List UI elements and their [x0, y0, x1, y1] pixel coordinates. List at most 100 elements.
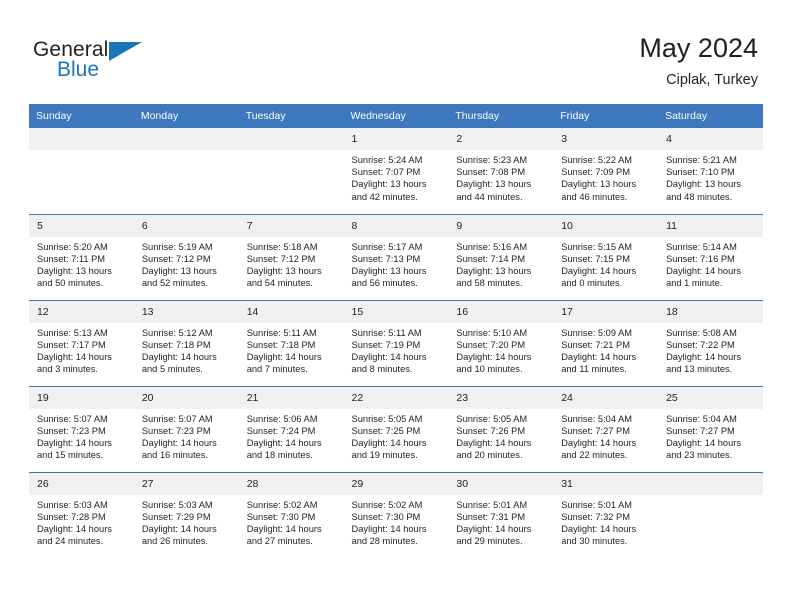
day-number: 12 [29, 300, 134, 323]
daylight-text-line1: Daylight: 13 hours [456, 265, 532, 276]
calendar-day-cell[interactable]: 7 Sunrise: 5:18 AM Sunset: 7:12 PM Daylight… [238, 213, 344, 300]
sunrise-text: Sunrise: 5:20 AM [37, 241, 108, 252]
calendar-day-cell[interactable]: 18 Sunrise: 5:08 AM Sunset: 7:22 PM Dayligh… [658, 299, 763, 386]
sunset-text: Sunset: 7:28 PM [37, 511, 106, 522]
day-details: Sunrise: 5:18 AM Sunset: 7:12 PM Daylight:… [239, 237, 344, 290]
sunset-text: Sunset: 7:12 PM [246, 253, 316, 264]
day-details: Sunrise: 5:02 AM Sunset: 7:30 PM Daylight:… [239, 495, 344, 548]
day-number: 19 [29, 386, 134, 409]
sunrise-text: Sunrise: 5:04 AM [666, 413, 737, 424]
daylight-text-line2: and 20 minutes. [456, 450, 523, 461]
day-details: Sunrise: 5:21 AM Sunset: 7:10 PM Daylight:… [658, 150, 763, 203]
day-number: 26 [29, 472, 134, 495]
day-number: 9 [448, 214, 554, 237]
daylight-text-line2: and 22 minutes. [561, 450, 628, 461]
sunset-text: Sunset: 7:30 PM [246, 511, 316, 522]
daylight-text-line2: and 52 minutes. [141, 278, 208, 289]
calendar-day-cell[interactable]: 17 Sunrise: 5:09 AM Sunset: 7:21 PM Dayligh… [553, 299, 659, 386]
calendar-day-cell[interactable]: 10 Sunrise: 5:15 AM Sunset: 7:15 PM Dayligh… [553, 213, 659, 300]
sunrise-text: Sunrise: 5:03 AM [141, 499, 213, 510]
calendar-body: 1 Sunrise: 5:24 AM Sunset: 7:07 PM Daylight… [29, 128, 763, 558]
calendar-day-cell[interactable]: 1 Sunrise: 5:24 AM Sunset: 7:07 PM Daylight… [343, 128, 449, 214]
calendar-day-cell[interactable]: 23 Sunrise: 5:05 AM Sunset: 7:26 PM Dayligh… [448, 385, 554, 472]
daylight-text-line2: and 8 minutes. [351, 364, 413, 375]
calendar-day-cell[interactable]: 13 Sunrise: 5:12 AM Sunset: 7:18 PM Dayligh… [133, 299, 239, 386]
daylight-text-line2: and 54 minutes. [246, 278, 313, 289]
calendar-day-cell[interactable]: 20 Sunrise: 5:07 AM Sunset: 7:23 PM Dayligh… [133, 385, 239, 472]
daylight-text-line1: Daylight: 14 hours [141, 351, 217, 362]
day-details: Sunrise: 5:24 AM Sunset: 7:07 PM Daylight:… [344, 150, 449, 203]
calendar-day-cell-empty [658, 471, 763, 558]
day-number: 16 [448, 300, 554, 323]
daylight-text-line1: Daylight: 14 hours [666, 351, 741, 362]
day-details: Sunrise: 5:14 AM Sunset: 7:16 PM Daylight:… [658, 237, 763, 290]
calendar-day-cell[interactable]: 11 Sunrise: 5:14 AM Sunset: 7:16 PM Dayligh… [658, 213, 763, 300]
page-subtitle: Ciplak, Turkey [666, 72, 758, 88]
calendar-day-cell[interactable]: 12 Sunrise: 5:13 AM Sunset: 7:17 PM Dayligh… [29, 299, 134, 386]
sunset-text: Sunset: 7:22 PM [666, 339, 735, 350]
sunrise-text: Sunrise: 5:12 AM [141, 327, 213, 338]
daylight-text-line1: Daylight: 13 hours [351, 179, 427, 190]
sunset-text: Sunset: 7:13 PM [351, 253, 421, 264]
day-number: 4 [658, 128, 763, 150]
calendar-day-cell[interactable]: 24 Sunrise: 5:04 AM Sunset: 7:27 PM Dayligh… [553, 385, 659, 472]
calendar-day-cell[interactable]: 4 Sunrise: 5:21 AM Sunset: 7:10 PM Daylight… [658, 128, 763, 214]
calendar-day-cell[interactable]: 5 Sunrise: 5:20 AM Sunset: 7:11 PM Daylight… [29, 213, 134, 300]
calendar-day-cell[interactable]: 29 Sunrise: 5:02 AM Sunset: 7:30 PM Dayligh… [343, 471, 449, 558]
day-number: 20 [133, 386, 239, 409]
calendar-day-cell[interactable]: 9 Sunrise: 5:16 AM Sunset: 7:14 PM Daylight… [448, 213, 554, 300]
calendar-page: General Blue May 2024 Ciplak, Turkey Sun… [0, 0, 792, 612]
calendar-day-cell[interactable]: 25 Sunrise: 5:04 AM Sunset: 7:27 PM Dayligh… [658, 385, 763, 472]
daylight-text-line1: Daylight: 14 hours [37, 523, 112, 534]
daylight-text-line2: and 48 minutes. [666, 191, 733, 202]
daylight-text-line2: and 56 minutes. [351, 278, 418, 289]
sunset-text: Sunset: 7:11 PM [37, 253, 106, 264]
calendar-day-cell[interactable]: 30 Sunrise: 5:01 AM Sunset: 7:31 PM Dayligh… [448, 471, 554, 558]
day-number: 31 [553, 472, 659, 495]
daylight-text-line1: Daylight: 13 hours [141, 265, 217, 276]
calendar-day-cell[interactable]: 16 Sunrise: 5:10 AM Sunset: 7:20 PM Dayligh… [448, 299, 554, 386]
daylight-text-line1: Daylight: 14 hours [351, 523, 427, 534]
logo-text-blue: Blue [57, 58, 100, 81]
calendar-day-cell[interactable]: 8 Sunrise: 5:17 AM Sunset: 7:13 PM Daylight… [343, 213, 449, 300]
sunset-text: Sunset: 7:19 PM [351, 339, 421, 350]
daylight-text-line1: Daylight: 14 hours [141, 523, 217, 534]
day-details: Sunrise: 5:05 AM Sunset: 7:26 PM Daylight:… [448, 409, 553, 462]
day-number: 30 [448, 472, 554, 495]
daylight-text-line2: and 46 minutes. [561, 191, 628, 202]
daylight-text-line2: and 13 minutes. [666, 364, 733, 375]
triangle-icon [109, 42, 142, 61]
daylight-text-line1: Daylight: 14 hours [37, 437, 112, 448]
day-number: 27 [133, 472, 239, 495]
calendar-day-cell[interactable]: 26 Sunrise: 5:03 AM Sunset: 7:28 PM Dayligh… [29, 471, 134, 558]
calendar-day-cell[interactable]: 6 Sunrise: 5:19 AM Sunset: 7:12 PM Daylight… [133, 213, 239, 300]
sunrise-text: Sunrise: 5:01 AM [561, 499, 633, 510]
sunset-text: Sunset: 7:07 PM [351, 167, 421, 178]
sunset-text: Sunset: 7:14 PM [456, 253, 526, 264]
sunrise-text: Sunrise: 5:07 AM [37, 413, 108, 424]
calendar-day-cell[interactable]: 15 Sunrise: 5:11 AM Sunset: 7:19 PM Dayligh… [343, 299, 449, 386]
general-blue-logo[interactable]: General Blue [33, 38, 163, 88]
sunrise-text: Sunrise: 5:23 AM [456, 155, 528, 165]
calendar-day-cell[interactable]: 14 Sunrise: 5:11 AM Sunset: 7:18 PM Dayligh… [238, 299, 344, 386]
calendar-day-cell[interactable]: 21 Sunrise: 5:06 AM Sunset: 7:24 PM Dayligh… [238, 385, 344, 472]
daylight-text-line2: and 15 minutes. [37, 450, 104, 461]
calendar-day-cell[interactable]: 19 Sunrise: 5:07 AM Sunset: 7:23 PM Dayligh… [29, 385, 134, 472]
calendar-day-cell[interactable]: 22 Sunrise: 5:05 AM Sunset: 7:25 PM Dayligh… [343, 385, 449, 472]
day-details: Sunrise: 5:07 AM Sunset: 7:23 PM Daylight:… [134, 409, 239, 462]
calendar-day-cell[interactable]: 2 Sunrise: 5:23 AM Sunset: 7:08 PM Daylight… [448, 128, 554, 214]
calendar-day-cell[interactable]: 3 Sunrise: 5:22 AM Sunset: 7:09 PM Daylight… [553, 128, 659, 214]
sunset-text: Sunset: 7:08 PM [456, 167, 526, 178]
sunrise-text: Sunrise: 5:05 AM [351, 413, 423, 424]
calendar-day-cell[interactable]: 28 Sunrise: 5:02 AM Sunset: 7:30 PM Dayligh… [238, 471, 344, 558]
daylight-text-line1: Daylight: 13 hours [37, 265, 112, 276]
calendar-day-cell[interactable]: 31 Sunrise: 5:01 AM Sunset: 7:32 PM Dayligh… [553, 471, 659, 558]
daylight-text-line2: and 50 minutes. [37, 278, 104, 289]
calendar-day-cell-empty [133, 128, 239, 214]
day-number: 1 [343, 128, 449, 150]
calendar-day-cell[interactable]: 27 Sunrise: 5:03 AM Sunset: 7:29 PM Dayligh… [133, 471, 239, 558]
sunrise-text: Sunrise: 5:08 AM [666, 327, 737, 338]
day-number [238, 128, 344, 150]
title-block: May 2024 Ciplak, Turkey [639, 32, 758, 90]
calendar-week-row: 12 Sunrise: 5:13 AM Sunset: 7:17 PM Dayligh… [29, 299, 763, 386]
